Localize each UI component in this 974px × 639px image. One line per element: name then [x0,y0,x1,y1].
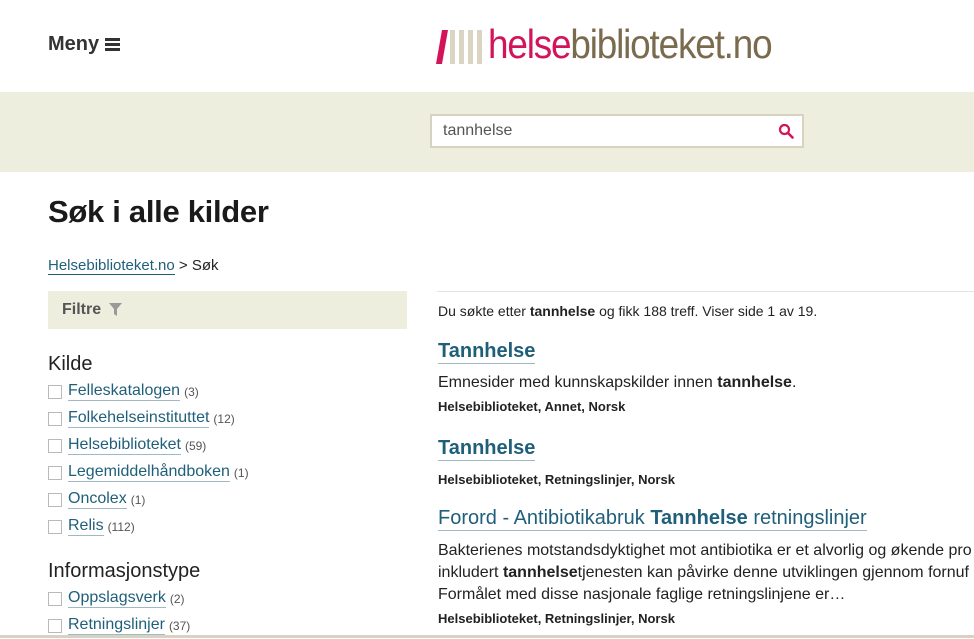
facet-link[interactable]: Legemiddelhåndboken [68,463,230,482]
facet-count: (12) [213,411,235,426]
facet-link[interactable]: Retningslinjer [68,616,165,635]
menu-label: Meny [48,33,100,55]
facet-checkbox[interactable] [48,492,62,507]
facet-checkbox[interactable] [48,438,62,453]
results-summary: Du søkte etter tannhelse og fikk 188 tre… [438,303,818,319]
result-meta: Helsebiblioteket, Retningslinjer, Norsk [438,611,675,626]
result-meta: Helsebiblioteket, Retningslinjer, Norsk [438,472,675,487]
facet-link[interactable]: Folkehelseinstituttet [68,409,210,428]
facet-checkbox[interactable] [48,519,62,534]
facet-checkbox[interactable] [48,591,62,606]
facet-checkbox[interactable] [48,618,62,633]
result-title-link[interactable]: Tannhelse [438,340,536,364]
result-title-link[interactable]: Forord - Antibiotikabruk Tannhelse retni… [438,507,867,531]
breadcrumb-separator: > [178,257,188,274]
facet-title-kilde: Kilde [48,353,93,375]
breadcrumb: Helsebiblioteket.no > Søk [48,257,219,275]
search-result: Forord - Antibiotikabruk Tannhelse retni… [438,507,974,626]
facet-item: Oncolex (1) [48,486,249,513]
search-result: Tannhelse Emnesider med kunnskapskilder … [438,340,974,414]
breadcrumb-current: Søk [191,257,219,274]
results-divider [437,291,974,292]
facet-link[interactable]: Relis [68,517,104,536]
logo-text: helsebiblioteket.no [488,21,773,67]
facet-list-informasjonstype: Oppslagsverk (2) Retningslinjer (37) [48,585,190,639]
facet-count: (2) [169,591,185,606]
facet-count: (1) [130,492,146,507]
facet-item: Relis (112) [48,513,249,540]
result-meta: Helsebiblioteket, Annet, Norsk [438,399,626,414]
facet-item: Helsebiblioteket (59) [48,432,249,459]
filter-icon [109,303,123,316]
facet-link[interactable]: Felleskatalogen [68,382,181,401]
facet-count: (59) [184,438,207,453]
facet-list-kilde: Felleskatalogen (3) Folkehelseinstituttet… [48,378,249,540]
search-icon[interactable] [778,123,794,139]
facet-link[interactable]: Helsebiblioteket [68,436,181,455]
search-input[interactable] [443,122,763,140]
filter-toggle[interactable]: Filtre [48,291,407,329]
facet-checkbox[interactable] [48,384,62,399]
search-result: Tannhelse Helsebiblioteket, Retningslinj… [438,437,974,487]
logo-bars-icon [436,30,482,64]
facet-item: Oppslagsverk (2) [48,585,190,612]
facet-link[interactable]: Oppslagsverk [68,589,166,608]
result-description: Emnesider med kunnskapskilder innen tann… [438,374,797,391]
facet-count: (37) [168,618,191,633]
menu-button[interactable]: Meny [48,33,121,56]
hamburger-icon [105,38,121,51]
search-term: tannhelse [529,303,596,319]
facet-item: Felleskatalogen (3) [48,378,249,405]
facet-link[interactable]: Oncolex [68,490,127,509]
facet-item: Folkehelseinstituttet (12) [48,405,249,432]
breadcrumb-home-link[interactable]: Helsebiblioteket.no [48,257,175,275]
facet-checkbox[interactable] [48,411,62,426]
page-title: Søk i alle kilder [48,194,269,229]
facet-item: Legemiddelhåndboken (1) [48,459,249,486]
facet-count: (112) [107,519,135,534]
result-description: Bakterienes motstandsdyktighet mot antib… [438,542,972,603]
facet-count: (1) [233,465,249,480]
facet-count: (3) [184,384,199,399]
filter-label: Filtre [62,301,102,318]
search-box [430,114,804,148]
facet-checkbox[interactable] [48,465,62,480]
site-logo[interactable]: helsebiblioteket.no [428,21,803,67]
result-title-link[interactable]: Tannhelse [438,437,536,461]
site-header: Meny helsebiblioteket.no [0,0,974,92]
facet-title-informasjonstype: Informasjonstype [48,560,201,582]
search-band [0,92,974,172]
